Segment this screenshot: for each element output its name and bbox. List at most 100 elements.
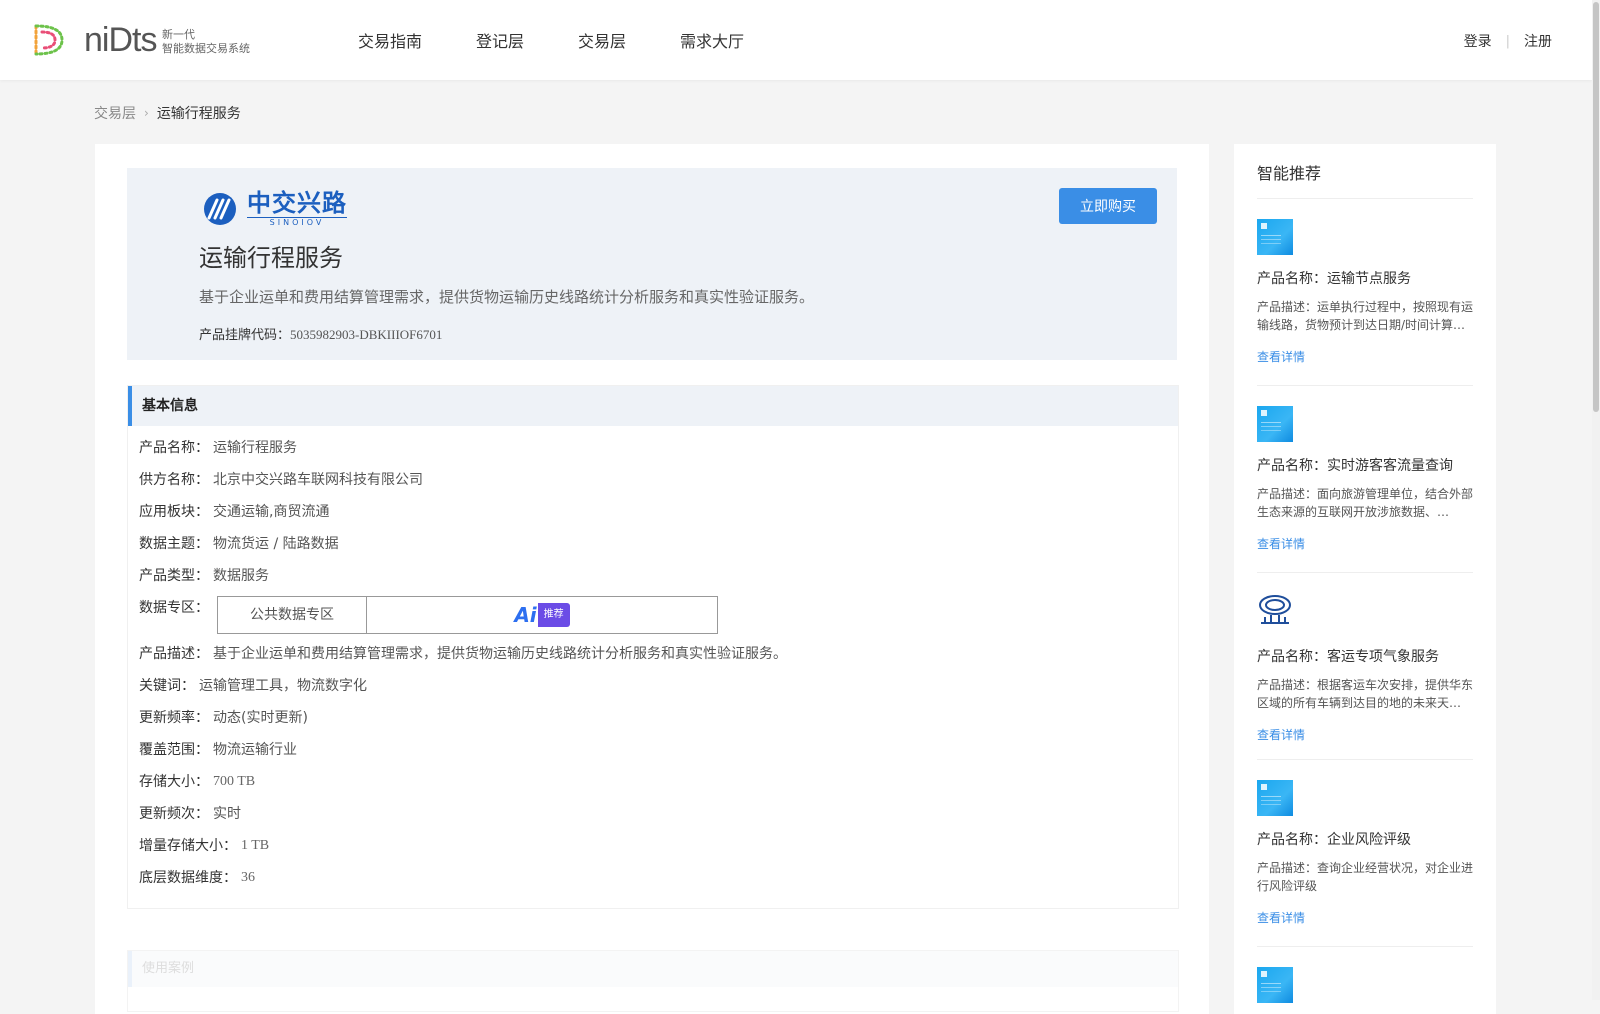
- supplier-logo-en: SINOIOV: [247, 217, 347, 227]
- info-label: 产品类型：: [139, 568, 209, 584]
- nav-trading-layer[interactable]: 交易层: [578, 28, 626, 52]
- breadcrumb: 交易层 › 运输行程服务: [94, 103, 241, 123]
- breadcrumb-trading-layer[interactable]: 交易层: [94, 103, 136, 123]
- info-row-coverage: 覆盖范围： 物流运输行业: [139, 740, 1178, 772]
- recommendation-divider: [1257, 198, 1473, 199]
- logo-wordmark[interactable]: niDts: [84, 20, 157, 60]
- chevron-right-icon: ›: [144, 106, 149, 120]
- nav-trading-guide[interactable]: 交易指南: [358, 28, 422, 52]
- basic-info-heading: 基本信息: [128, 386, 1178, 426]
- data-zone-table: 公共数据专区 Ai 推荐: [217, 596, 718, 634]
- listing-code-label: 产品挂牌代码：: [199, 328, 291, 343]
- sinoiov-logo-icon: [204, 192, 236, 225]
- recommendation-item[interactable]: 产品名称：企业风险评级 产品描述：查询企业经营状况，对企业进行风险评级 查看详情: [1257, 780, 1473, 926]
- product-hero: 中交兴路 SINOIOV 运输行程服务 基于企业运单和费用结算管理需求，提供货物…: [127, 168, 1177, 360]
- view-details-link[interactable]: 查看详情: [1257, 535, 1473, 552]
- nidts-logo-icon[interactable]: [28, 20, 68, 60]
- product-thumbnail-icon[interactable]: [1257, 967, 1293, 1003]
- auth-separator: |: [1505, 33, 1510, 49]
- info-row-update-frequency: 更新频率： 动态(实时更新): [139, 708, 1178, 740]
- view-details-link[interactable]: 查看详情: [1257, 909, 1473, 926]
- recommendation-desc: 产品描述：运单执行过程中，按照现有运输线路，货物预计到达日期/时间计算服务: [1257, 300, 1473, 332]
- info-label: 数据主题：: [139, 536, 209, 552]
- info-label: 应用板块：: [139, 504, 209, 520]
- supplier-logo: 中交兴路 SINOIOV: [199, 190, 347, 227]
- logo-subtitle: 新一代 智能数据交易系统: [162, 28, 250, 56]
- login-link[interactable]: 登录: [1464, 31, 1492, 51]
- info-row-data-dimension: 底层数据维度： 36: [139, 868, 1178, 900]
- use-case-section: 使用案例: [127, 950, 1179, 1012]
- recommendation-name[interactable]: 产品名称：实时游客客流量查询: [1257, 455, 1473, 475]
- basic-info-section: 基本信息 产品名称： 运输行程服务 供方名称： 北京中交兴路车联网科技有限公司 应用…: [127, 385, 1179, 909]
- top-navigation-bar: niDts 新一代 智能数据交易系统 交易指南 登记层 交易层 需求大厅 登录 …: [0, 0, 1592, 80]
- info-label: 更新频率：: [139, 710, 209, 726]
- info-label: 产品描述：: [139, 646, 209, 662]
- logo-subtitle-line1: 新一代: [162, 28, 195, 41]
- main-nav: 交易指南 登记层 交易层 需求大厅: [358, 28, 798, 52]
- scrollbar-thumb[interactable]: [1593, 2, 1599, 412]
- info-value: 运输管理工具，物流数字化: [199, 678, 367, 694]
- supplier-logo-cn: 中交兴路: [247, 189, 347, 217]
- register-link[interactable]: 注册: [1524, 31, 1552, 51]
- product-listing-code: 产品挂牌代码：5035982903-DBKIIIOF6701: [199, 324, 442, 343]
- public-data-zone[interactable]: 公共数据专区: [218, 597, 367, 633]
- info-label: 覆盖范围：: [139, 742, 209, 758]
- info-row-storage-size: 存储大小： 700 TB: [139, 772, 1178, 804]
- recommendation-title: 智能推荐: [1257, 164, 1322, 183]
- nav-demand-hall[interactable]: 需求大厅: [680, 28, 744, 52]
- recommendation-item[interactable]: 产品名称：运输节点服务 产品描述：运单执行过程中，按照现有运输线路，货物预计到达…: [1257, 219, 1473, 365]
- recommendation-separator: [1257, 572, 1473, 573]
- ai-recommend-cell: Ai 推荐: [367, 597, 717, 633]
- product-thumbnail-icon[interactable]: [1257, 219, 1293, 255]
- breadcrumb-current: 运输行程服务: [156, 106, 241, 122]
- product-summary: 基于企业运单和费用结算管理需求，提供货物运输历史线路统计分析服务和真实性验证服务…: [199, 288, 815, 306]
- page-scrollbar[interactable]: [1592, 0, 1600, 1000]
- info-value: 物流货运 / 陆路数据: [213, 536, 339, 552]
- buy-now-button[interactable]: 立即购买: [1059, 188, 1157, 224]
- info-row-description: 产品描述： 基于企业运单和费用结算管理需求，提供货物运输历史线路统计分析服务和真实…: [139, 644, 1178, 676]
- ai-icon: Ai: [514, 603, 537, 627]
- recommendation-item[interactable]: 产品名称：客运专项气象服务 产品描述：根据客运车次安排，提供华东区域的所有车辆到…: [1257, 593, 1473, 743]
- info-row-data-zone: 数据专区： 公共数据专区 Ai 推荐: [139, 596, 1178, 644]
- info-row-keywords: 关键词： 运输管理工具，物流数字化: [139, 676, 1178, 708]
- recommendation-name[interactable]: 产品名称：客运专项气象服务: [1257, 646, 1473, 666]
- info-label: 供方名称：: [139, 472, 209, 488]
- recommendation-desc: 产品描述：根据客运车次安排，提供华东区域的所有车辆到达目的地的未来天气预报: [1257, 678, 1473, 710]
- logo-subtitle-line2: 智能数据交易系统: [162, 42, 250, 55]
- listing-code-value: 5035982903-DBKIIIOF6701: [290, 327, 443, 342]
- nav-registration-layer[interactable]: 登记层: [476, 28, 524, 52]
- product-thumbnail-icon[interactable]: [1257, 406, 1293, 442]
- info-value: 实时: [213, 806, 241, 822]
- recommendation-desc: 产品描述：查询企业经营状况，对企业进行风险评级: [1257, 861, 1473, 893]
- info-row-update-cadence: 更新频次： 实时: [139, 804, 1178, 836]
- ai-recommend-tag: 推荐: [537, 603, 570, 627]
- info-row-product-type: 产品类型： 数据服务: [139, 566, 1178, 598]
- product-title: 运输行程服务: [199, 244, 343, 272]
- weather-bureau-logo-icon[interactable]: [1257, 593, 1293, 629]
- ai-recommend-badge: Ai 推荐: [514, 603, 570, 627]
- product-detail-card: 中交兴路 SINOIOV 运输行程服务 基于企业运单和费用结算管理需求，提供货物…: [95, 144, 1209, 1014]
- recommendation-item-partial[interactable]: [1257, 967, 1473, 1003]
- info-row-product-name: 产品名称： 运输行程服务: [139, 438, 1178, 470]
- recommendation-name[interactable]: 产品名称：运输节点服务: [1257, 268, 1473, 288]
- info-value: 数据服务: [213, 568, 269, 584]
- view-details-link[interactable]: 查看详情: [1257, 348, 1473, 365]
- info-label: 底层数据维度：: [139, 870, 237, 886]
- info-value: 运输行程服务: [213, 440, 297, 456]
- info-label: 数据专区：: [139, 600, 209, 616]
- recommendation-separator: [1257, 946, 1473, 947]
- smart-recommendation-panel: 智能推荐 产品名称：运输节点服务 产品描述：运单执行过程中，按照现有运输线路，货…: [1234, 144, 1496, 1014]
- info-row-supplier: 供方名称： 北京中交兴路车联网科技有限公司: [139, 470, 1178, 502]
- recommendation-separator: [1257, 385, 1473, 386]
- view-details-link[interactable]: 查看详情: [1257, 726, 1473, 743]
- info-value: 动态(实时更新): [213, 710, 308, 726]
- info-label: 更新频次：: [139, 806, 209, 822]
- recommendation-name[interactable]: 产品名称：企业风险评级: [1257, 829, 1473, 849]
- info-label: 增量存储大小：: [139, 838, 237, 854]
- info-value: 1 TB: [241, 838, 270, 853]
- recommendation-item[interactable]: 产品名称：实时游客客流量查询 产品描述：面向旅游管理单位，结合外部生态来源的互联…: [1257, 406, 1473, 552]
- product-thumbnail-icon[interactable]: [1257, 780, 1293, 816]
- info-value: 700 TB: [213, 774, 256, 789]
- info-label: 产品名称：: [139, 440, 209, 456]
- info-value: 基于企业运单和费用结算管理需求，提供货物运输历史线路统计分析服务和真实性验证服务…: [213, 646, 787, 662]
